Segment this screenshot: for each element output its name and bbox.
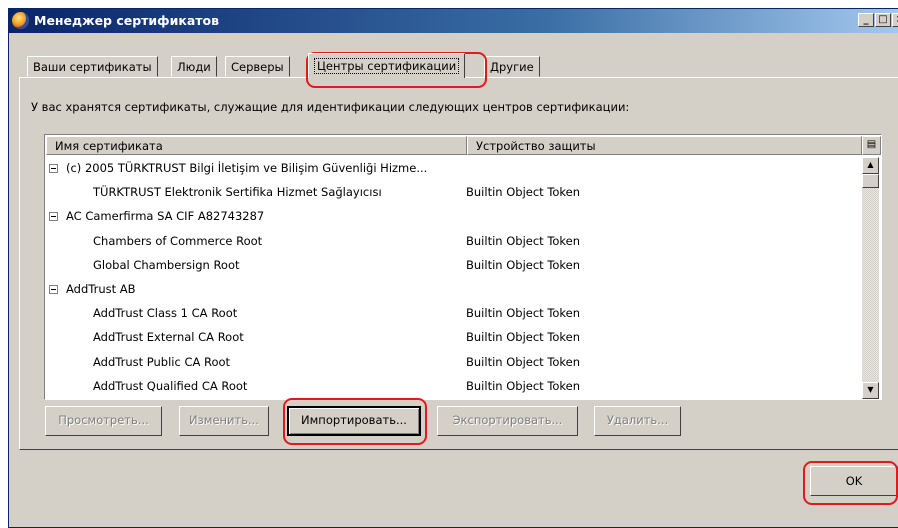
certificate-name: AC Camerfirma SA CIF A82743287 bbox=[66, 209, 265, 224]
tab-others[interactable]: Другие bbox=[484, 56, 540, 77]
certificate-name: AddTrust Public CA Root bbox=[93, 354, 231, 369]
ok-button[interactable]: OK bbox=[810, 466, 898, 496]
certificate-name: TÜRKTRUST Elektronik Sertifika Hizmet Sa… bbox=[93, 185, 382, 200]
collapse-icon[interactable] bbox=[49, 164, 58, 173]
scroll-up-icon[interactable]: ▲ bbox=[862, 157, 879, 174]
security-device: Builtin Object Token bbox=[466, 330, 581, 345]
minimize-button[interactable]: _ bbox=[858, 13, 874, 27]
edit-button[interactable]: Изменить... bbox=[179, 406, 269, 436]
security-device: Builtin Object Token bbox=[466, 233, 581, 248]
tree-row[interactable]: TÜRKTRUST Elektronik Sertifika Hizmet Sa… bbox=[46, 181, 861, 205]
window-title: Менеджер сертификатов bbox=[34, 13, 220, 28]
certificate-name: Chambers of Commerce Root bbox=[93, 233, 263, 248]
tree-row[interactable]: AddTrust Class 1 CA Root Builtin Object … bbox=[46, 302, 861, 326]
security-device: Builtin Object Token bbox=[466, 257, 581, 272]
security-device: Builtin Object Token bbox=[466, 354, 581, 369]
delete-button[interactable]: Удалить... bbox=[594, 406, 681, 436]
tab-people[interactable]: Люди bbox=[171, 56, 217, 77]
tab-servers[interactable]: Серверы bbox=[225, 56, 290, 77]
tree-row[interactable]: AddTrust External CA Root Builtin Object… bbox=[46, 326, 861, 350]
view-button[interactable]: Просмотреть... bbox=[45, 406, 162, 436]
scroll-down-icon[interactable]: ▼ bbox=[862, 382, 879, 399]
description-text: У вас хранятся сертификаты, служащие для… bbox=[31, 100, 630, 114]
certificate-name: AddTrust Qualified CA Root bbox=[93, 378, 248, 393]
vertical-scrollbar[interactable]: ▲ ▼ bbox=[862, 157, 879, 399]
security-device: Builtin Object Token bbox=[466, 306, 581, 321]
collapse-icon[interactable] bbox=[49, 284, 58, 294]
certificate-name: AddTrust External CA Root bbox=[93, 330, 244, 345]
certificate-name: AddTrust Class 1 CA Root bbox=[93, 306, 238, 321]
tree-row[interactable]: (c) 2005 TÜRKTRUST Bilgi İletişim ve Bil… bbox=[46, 157, 861, 181]
tree-row[interactable]: Global Chambersign Root Builtin Object T… bbox=[46, 254, 861, 278]
collapse-icon[interactable] bbox=[49, 212, 58, 222]
certificate-tree[interactable]: Имя сертификата Устройство защиты ▤ (c) … bbox=[44, 134, 882, 400]
tab-authorities[interactable]: Центры сертификации bbox=[308, 53, 466, 78]
close-button[interactable]: × bbox=[892, 13, 898, 27]
security-device: Builtin Object Token bbox=[466, 378, 581, 393]
column-header-name[interactable]: Имя сертификата bbox=[46, 136, 467, 155]
certificate-name: AddTrust AB bbox=[66, 281, 136, 296]
scroll-thumb[interactable] bbox=[862, 174, 879, 188]
certificate-name: (c) 2005 TÜRKTRUST Bilgi İletişim ve Bil… bbox=[66, 161, 428, 175]
certificate-name: Global Chambersign Root bbox=[93, 257, 240, 272]
tree-rows: (c) 2005 TÜRKTRUST Bilgi İletişim ve Bil… bbox=[46, 157, 861, 399]
security-device: Builtin Object Token bbox=[466, 185, 581, 200]
column-header-device[interactable]: Устройство защиты bbox=[467, 136, 862, 155]
firefox-app-icon bbox=[12, 12, 29, 29]
import-button[interactable]: Импортировать... bbox=[287, 406, 421, 436]
tree-row[interactable]: AddTrust Public CA Root Builtin Object T… bbox=[46, 351, 861, 375]
title-bar[interactable]: Менеджер сертификатов _ □ × bbox=[9, 9, 898, 33]
tree-row[interactable]: AddTrust Qualified CA Root Builtin Objec… bbox=[46, 375, 861, 399]
column-picker-icon[interactable]: ▤ bbox=[862, 136, 881, 155]
tab-your-certificates[interactable]: Ваши сертификаты bbox=[27, 56, 158, 77]
tree-row[interactable]: Chambers of Commerce Root Builtin Object… bbox=[46, 230, 861, 254]
tree-row[interactable]: AddTrust AB bbox=[46, 278, 861, 302]
export-button[interactable]: Экспортировать... bbox=[437, 406, 578, 436]
tree-row[interactable]: AC Camerfirma SA CIF A82743287 bbox=[46, 205, 861, 229]
maximize-button[interactable]: □ bbox=[875, 13, 891, 27]
